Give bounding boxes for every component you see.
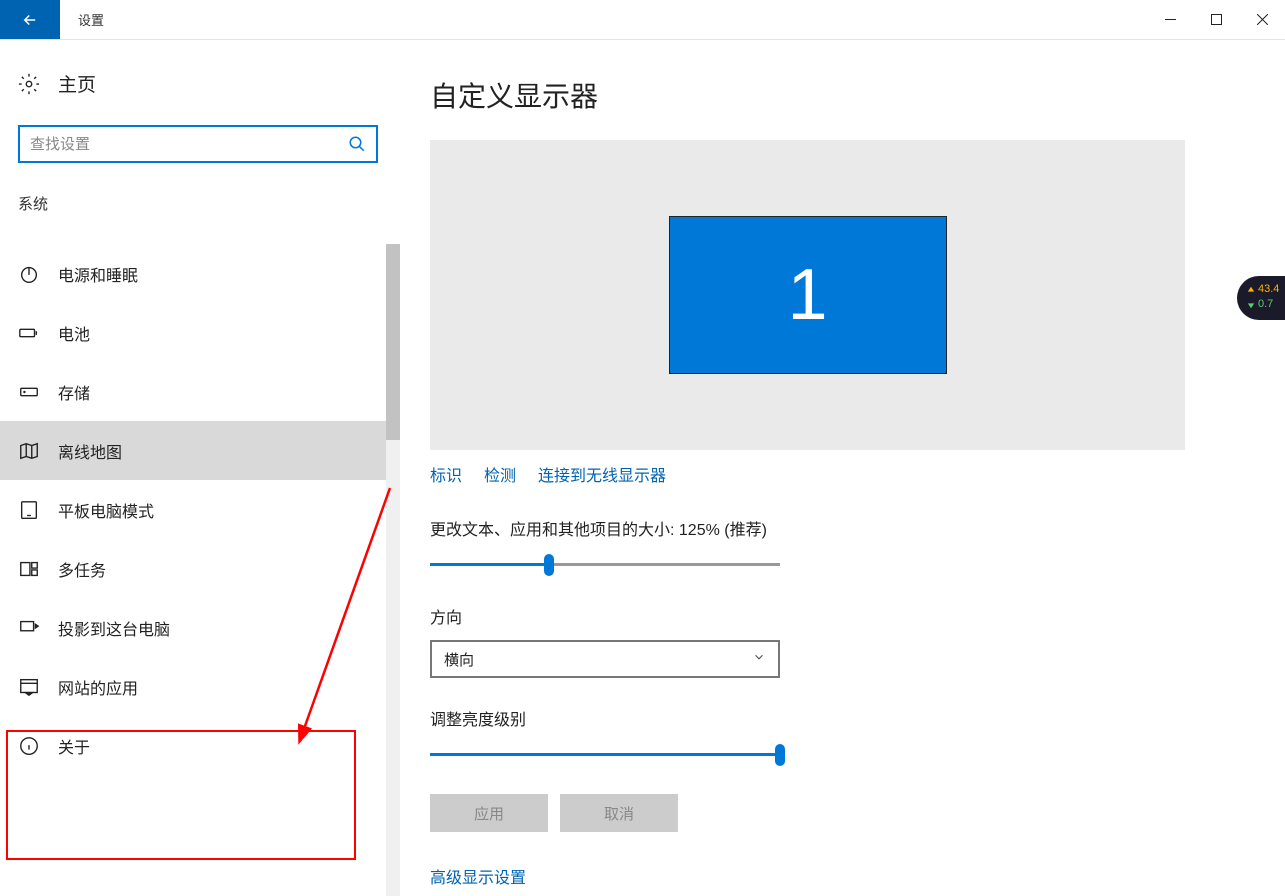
window-title: 设置 xyxy=(60,0,1147,39)
scale-slider[interactable] xyxy=(430,552,780,578)
sidebar-item-map[interactable]: 离线地图 xyxy=(0,421,386,480)
apply-button[interactable]: 应用 xyxy=(430,794,548,832)
section-label: 系统 xyxy=(18,193,382,214)
sidebar-item-project[interactable]: 投影到这台电脑 xyxy=(0,598,386,657)
back-button[interactable] xyxy=(0,0,60,39)
sidebar-item-power[interactable]: 电源和睡眠 xyxy=(0,244,386,303)
orientation-label: 方向 xyxy=(430,604,1245,628)
search-input-wrap[interactable] xyxy=(18,125,378,163)
sidebar-item-multitask[interactable]: 多任务 xyxy=(0,539,386,598)
home-link[interactable]: 主页 xyxy=(18,70,382,97)
close-button[interactable] xyxy=(1239,0,1285,39)
about-icon xyxy=(18,735,40,757)
sidebar-item-label: 关于 xyxy=(58,734,90,758)
brightness-slider[interactable] xyxy=(430,742,780,768)
map-icon xyxy=(18,440,40,462)
orientation-value: 横向 xyxy=(444,649,474,670)
maximize-button[interactable] xyxy=(1193,0,1239,39)
orientation-dropdown[interactable]: 横向 xyxy=(430,640,780,678)
wireless-display-link[interactable]: 连接到无线显示器 xyxy=(538,462,666,486)
sidebar-item-label: 离线地图 xyxy=(58,439,122,463)
sidebar-item-storage[interactable]: 存储 xyxy=(0,362,386,421)
net-down-value: 0.7 xyxy=(1258,297,1273,312)
multitask-icon xyxy=(18,558,40,580)
brightness-label: 调整亮度级别 xyxy=(430,706,1245,730)
tablet-icon xyxy=(18,499,40,521)
storage-icon xyxy=(18,381,40,403)
identify-link[interactable]: 标识 xyxy=(430,462,462,486)
sidebar-item-label: 电池 xyxy=(58,321,90,345)
scrollbar-thumb[interactable] xyxy=(386,244,400,440)
power-icon xyxy=(18,263,40,285)
sidebar: 主页 系统 电源和睡眠电池存储离线地图平板电脑模式多任务投影到这台电脑网站的应用… xyxy=(0,40,400,896)
sidebar-item-label: 存储 xyxy=(58,380,90,404)
sidebar-item-label: 平板电脑模式 xyxy=(58,498,154,522)
sidebar-item-label: 电源和睡眠 xyxy=(58,262,138,286)
gear-icon xyxy=(18,73,40,95)
page-title: 自定义显示器 xyxy=(430,75,1245,115)
sidebar-item-tablet[interactable]: 平板电脑模式 xyxy=(0,480,386,539)
chevron-down-icon xyxy=(752,650,766,669)
monitor-1[interactable]: 1 xyxy=(669,216,947,374)
sidebar-item-label: 投影到这台电脑 xyxy=(58,616,170,640)
sidebar-item-label: 网站的应用 xyxy=(58,675,138,699)
web-apps-icon xyxy=(18,676,40,698)
display-preview[interactable]: 1 xyxy=(430,140,1185,450)
sidebar-item-battery[interactable]: 电池 xyxy=(0,303,386,362)
sidebar-item-about[interactable]: 关于 xyxy=(0,716,386,775)
project-icon xyxy=(18,617,40,639)
home-label: 主页 xyxy=(58,70,96,97)
search-input[interactable] xyxy=(30,136,348,153)
scrollbar-track[interactable] xyxy=(386,244,400,896)
net-up-value: 43.4 xyxy=(1258,282,1279,297)
main-content: 自定义显示器 1 标识 检测 连接到无线显示器 更改文本、应用和其他项目的大小:… xyxy=(400,40,1285,896)
battery-icon xyxy=(18,322,40,344)
advanced-display-link[interactable]: 高级显示设置 xyxy=(430,870,526,887)
search-icon xyxy=(348,135,366,153)
scale-label: 更改文本、应用和其他项目的大小: 125% (推荐) xyxy=(430,516,1245,540)
cancel-button[interactable]: 取消 xyxy=(560,794,678,832)
sidebar-item-web-apps[interactable]: 网站的应用 xyxy=(0,657,386,716)
detect-link[interactable]: 检测 xyxy=(484,462,516,486)
network-speed-widget[interactable]: 43.4 0.7 xyxy=(1237,276,1285,320)
minimize-button[interactable] xyxy=(1147,0,1193,39)
sidebar-item-label: 多任务 xyxy=(58,557,106,581)
